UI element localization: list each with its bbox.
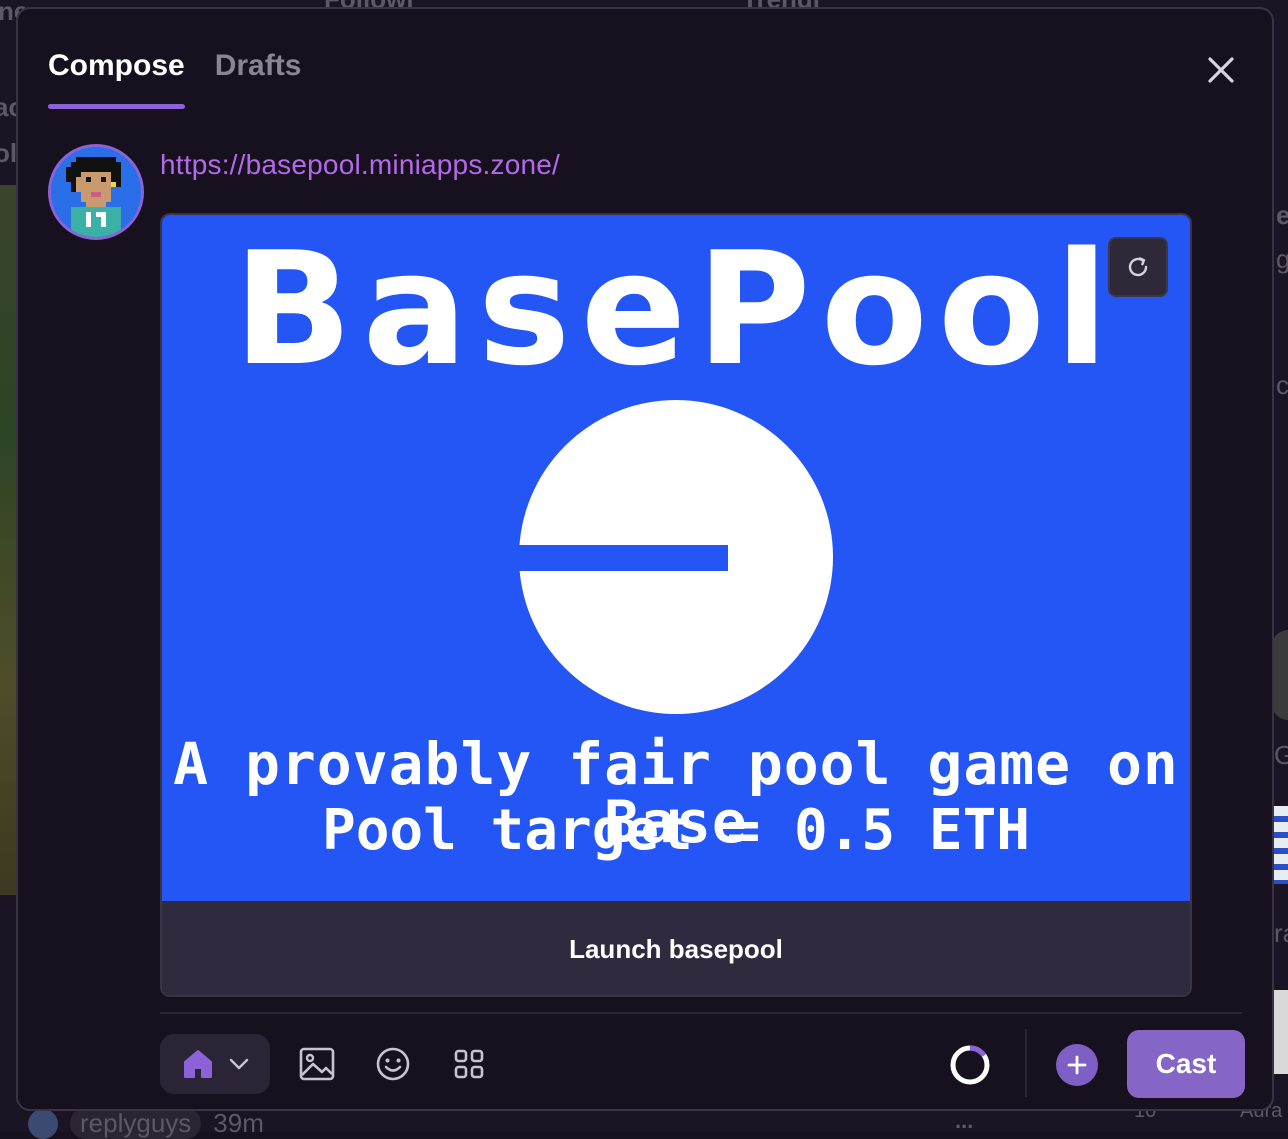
- plus-icon: [1066, 1054, 1088, 1076]
- user-avatar-image: [51, 147, 141, 237]
- close-button[interactable]: [1204, 53, 1238, 87]
- close-icon: [1204, 53, 1238, 87]
- embed-pool-target: Pool target = 0.5 ETH: [162, 803, 1190, 859]
- bg-avatar: [1272, 630, 1288, 720]
- background-image-strip: [0, 185, 16, 895]
- character-count-ring-icon: [948, 1043, 992, 1087]
- bg-text: c: [1276, 370, 1288, 401]
- embed-title: BasePool: [162, 231, 1190, 387]
- refresh-icon: [1125, 254, 1151, 280]
- tab-compose[interactable]: Compose: [48, 49, 185, 109]
- toolbar-divider: [1025, 1029, 1027, 1097]
- bg-text: G: [1274, 740, 1288, 771]
- apps-grid-icon[interactable]: [450, 1045, 488, 1083]
- cast-text-input[interactable]: https://basepool.miniapps.zone/: [160, 149, 560, 181]
- divider: [160, 1012, 1242, 1014]
- tab-drafts[interactable]: Drafts: [215, 49, 302, 109]
- home-icon: [181, 1048, 215, 1080]
- channel-selector[interactable]: [160, 1034, 270, 1094]
- bg-text: e: [1276, 200, 1288, 231]
- bg-thumbnail: [1272, 990, 1288, 1074]
- compose-tabs: Compose Drafts: [48, 49, 301, 109]
- bg-text: ra: [1274, 918, 1288, 949]
- refresh-button[interactable]: [1108, 237, 1168, 297]
- bg-timestamp: 39m: [213, 1108, 264, 1139]
- bg-username: replyguys: [70, 1108, 201, 1139]
- add-cast-button[interactable]: [1056, 1044, 1098, 1086]
- embed-image[interactable]: BasePool A provably fair pool game on Ba…: [162, 215, 1190, 901]
- chevron-down-icon: [229, 1058, 249, 1070]
- bg-thumbnail: [1272, 806, 1288, 884]
- avatar[interactable]: [48, 144, 144, 240]
- bg-feed-row: replyguys 39m: [28, 1108, 264, 1139]
- image-upload-icon[interactable]: [298, 1045, 336, 1083]
- bg-text: ol: [0, 138, 17, 169]
- emoji-icon[interactable]: [374, 1045, 412, 1083]
- launch-miniapp-button[interactable]: Launch basepool: [162, 901, 1190, 997]
- cast-button[interactable]: Cast: [1127, 1030, 1245, 1098]
- base-logo-icon: [518, 399, 834, 715]
- bg-text: g: [1276, 244, 1288, 275]
- bg-avatar: [28, 1109, 58, 1139]
- miniapp-embed: BasePool A provably fair pool game on Ba…: [160, 213, 1192, 997]
- bg-more: ...: [955, 1108, 973, 1134]
- compose-modal: Compose Drafts https://basepool.mi: [16, 7, 1274, 1111]
